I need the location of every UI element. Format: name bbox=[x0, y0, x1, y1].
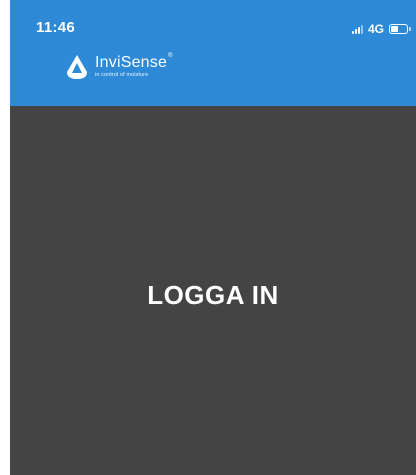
network-type: 4G bbox=[367, 22, 384, 36]
app-screen: 11:46 4G InviSense® in control of moistu… bbox=[10, 0, 416, 475]
cellular-signal-icon bbox=[351, 24, 363, 34]
battery-icon bbox=[389, 24, 411, 34]
brand-tagline: in control of moisture bbox=[95, 72, 149, 79]
brand-logo: InviSense® in control of moisture bbox=[66, 53, 173, 80]
main-content: LOGGA IN bbox=[10, 106, 416, 475]
status-bar: 11:46 4G bbox=[10, 0, 416, 44]
app-header: 11:46 4G InviSense® in control of moistu… bbox=[10, 0, 416, 106]
brand-name: InviSense® bbox=[95, 53, 173, 72]
invisense-drop-logo-icon bbox=[67, 55, 87, 79]
status-indicators: 4G bbox=[351, 22, 411, 36]
status-time: 11:46 bbox=[36, 19, 76, 36]
login-button[interactable]: LOGGA IN bbox=[80, 270, 346, 320]
